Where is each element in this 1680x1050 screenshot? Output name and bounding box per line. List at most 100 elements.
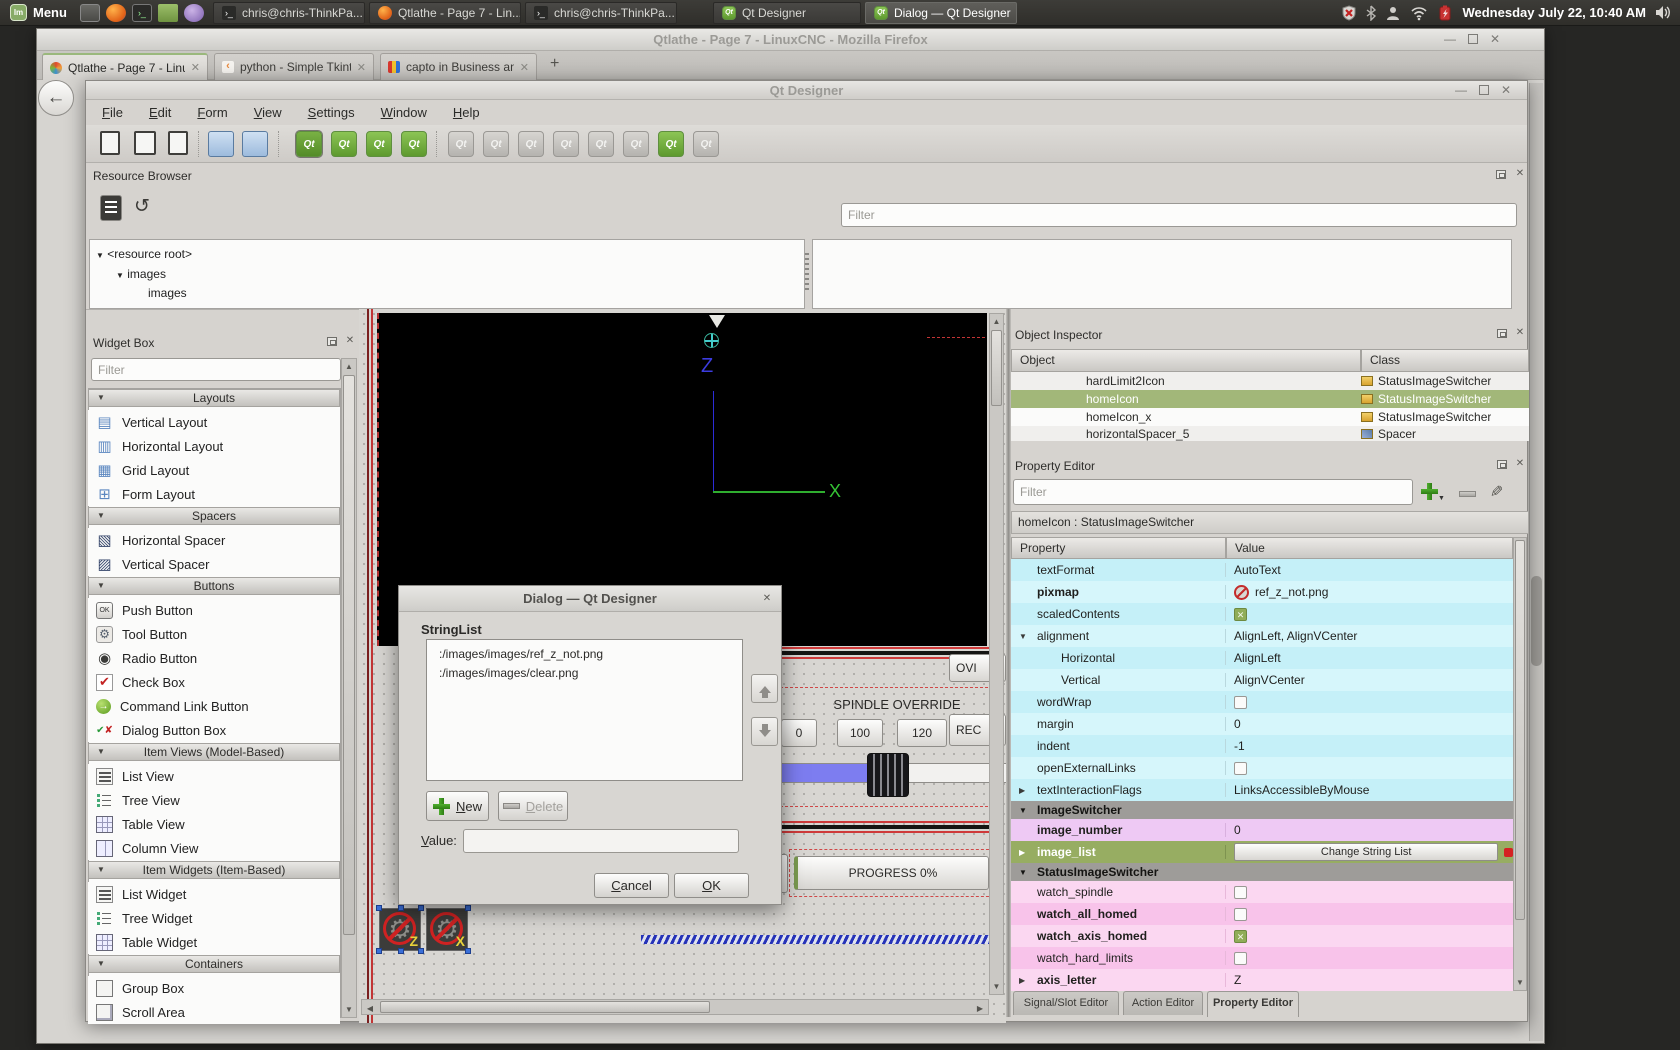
expander-icon[interactable]: ▼	[116, 271, 124, 280]
widget-push-button[interactable]: OKPush Button	[88, 598, 340, 622]
checkbox-unchecked-icon[interactable]	[1234, 886, 1247, 899]
resource-filter-input[interactable]	[841, 203, 1517, 227]
widget-dialog-button-box[interactable]: ✔✘Dialog Button Box	[88, 718, 340, 742]
layout-grid-icon[interactable]: Qt	[588, 131, 614, 157]
save-form-icon[interactable]	[168, 131, 188, 155]
widget-table-view[interactable]: Table View	[88, 812, 340, 836]
home-icon-z-widget[interactable]: ⚙ Z	[379, 908, 421, 951]
dock-close-icon[interactable]: ✕	[1514, 168, 1526, 180]
checkbox-unchecked-icon[interactable]	[1234, 762, 1247, 775]
category-containers[interactable]: Containers	[88, 955, 340, 973]
prop-alignment-vertical[interactable]: VerticalAlignVCenter	[1011, 669, 1513, 691]
menu-file[interactable]: File	[102, 105, 123, 120]
tab-close-icon[interactable]: ✕	[191, 61, 200, 74]
cancel-button[interactable]: Cancel	[594, 873, 669, 898]
spindle-0-button[interactable]: 0	[781, 719, 817, 747]
checkbox-checked-icon[interactable]: ✕	[1234, 608, 1247, 621]
menu-window[interactable]: Window	[381, 105, 427, 120]
move-down-button[interactable]	[751, 717, 778, 746]
maximize-icon[interactable]	[1479, 85, 1489, 95]
tab-close-icon[interactable]: ✕	[357, 61, 366, 74]
tab-python-tkinter[interactable]: ‹ python - Simple Tkinter Toggl ✕	[214, 53, 374, 80]
show-desktop-icon[interactable]	[80, 4, 100, 22]
clock[interactable]: Wednesday July 22, 10:40 AM	[1462, 5, 1646, 20]
widget-tree-view[interactable]: Tree View	[88, 788, 340, 812]
checkbox-checked-icon[interactable]: ✕	[1234, 930, 1247, 943]
battery-icon[interactable]	[1437, 5, 1453, 21]
close-icon[interactable]: ✕	[1490, 32, 1500, 46]
tab-property-editor[interactable]: Property Editor	[1207, 991, 1299, 1017]
column-object[interactable]: Object	[1011, 349, 1361, 372]
maximize-icon[interactable]	[1468, 34, 1478, 44]
spindle-120-button[interactable]: 120	[897, 719, 947, 747]
layout-vertical-icon[interactable]: Qt	[483, 131, 509, 157]
widget-list-widget[interactable]: List Widget	[88, 882, 340, 906]
section-imageswitcher[interactable]: ▼ImageSwitcher	[1011, 801, 1513, 819]
dock-float-icon[interactable]	[327, 337, 337, 346]
prop-wordwrap[interactable]: wordWrap	[1011, 691, 1513, 713]
widget-table-widget[interactable]: Table Widget	[88, 930, 340, 954]
firefox-launcher-icon[interactable]	[106, 4, 126, 22]
widget-form-layout[interactable]: ⊞Form Layout	[88, 482, 340, 506]
spindle-100-button[interactable]: 100	[837, 719, 883, 747]
category-item-widgets[interactable]: Item Widgets (Item-Based)	[88, 861, 340, 879]
prop-alignment-horizontal[interactable]: HorizontalAlignLeft	[1011, 647, 1513, 669]
layout-splitter-h-icon[interactable]: Qt	[518, 131, 544, 157]
send-to-back-icon[interactable]	[208, 131, 234, 157]
taskbar-item-firefox[interactable]: Qtlathe - Page 7 - Lin...	[369, 2, 521, 24]
volume-icon[interactable]	[1655, 5, 1672, 20]
prop-axis-letter[interactable]: ▶axis_letterZ	[1011, 969, 1513, 991]
dialog-titlebar[interactable]: Dialog — Qt Designer ✕	[399, 586, 781, 612]
firefox-back-button[interactable]: ←	[38, 80, 74, 116]
widget-box-scrollbar[interactable]: ▲ ▼	[341, 358, 357, 1018]
edit-signals-icon[interactable]: Qt	[331, 131, 357, 157]
files-launcher-icon[interactable]	[158, 4, 178, 22]
layout-horizontal-icon[interactable]: Qt	[448, 131, 474, 157]
prop-watch-axis-homed[interactable]: watch_axis_homed✕	[1011, 925, 1513, 947]
change-string-list-button[interactable]: Change String List	[1234, 843, 1498, 861]
list-item[interactable]: :/images/images/ref_z_not.png	[439, 647, 603, 661]
firefox-scrollbar[interactable]	[1529, 83, 1543, 1041]
new-button[interactable]: New	[426, 791, 489, 821]
category-layouts[interactable]: Layouts	[88, 389, 340, 407]
reload-icon[interactable]: ↺	[134, 195, 150, 218]
taskbar-item-terminal-2[interactable]: ›_ chris@chris-ThinkPa...	[525, 2, 677, 24]
open-form-icon[interactable]	[134, 131, 156, 155]
configure-icon[interactable]: ✎	[1486, 484, 1506, 497]
checkbox-unchecked-icon[interactable]	[1234, 696, 1247, 709]
edit-resources-icon[interactable]	[100, 195, 122, 221]
remove-property-icon[interactable]	[1459, 491, 1476, 497]
prop-textinteractionflags[interactable]: ▶textInteractionFlagsLinksAccessibleByMo…	[1011, 779, 1513, 801]
prop-watch-all-homed[interactable]: watch_all_homed	[1011, 903, 1513, 925]
prop-watch-spindle[interactable]: watch_spindle	[1011, 881, 1513, 903]
tab-action-editor[interactable]: Action Editor	[1123, 991, 1203, 1015]
break-layout-icon[interactable]: Qt	[658, 131, 684, 157]
widget-group-box[interactable]: Group Box	[88, 976, 340, 1000]
prop-scaledcontents[interactable]: scaledContents✕	[1011, 603, 1513, 625]
string-list[interactable]: :/images/images/ref_z_not.png :/images/i…	[426, 639, 743, 781]
tree-item-resource-root[interactable]: ▼ <resource root>	[96, 247, 192, 261]
widget-column-view[interactable]: Column View	[88, 836, 340, 860]
terminal-launcher-icon[interactable]: ›_	[132, 4, 152, 22]
close-icon[interactable]: ✕	[761, 593, 773, 605]
category-spacers[interactable]: Spacers	[88, 507, 340, 525]
scrollbar-thumb[interactable]	[1531, 576, 1542, 666]
tab-signal-slot-editor[interactable]: Signal/Slot Editor	[1013, 991, 1119, 1015]
section-statusimageswitcher[interactable]: ▼StatusImageSwitcher	[1011, 863, 1513, 881]
widget-filter-input[interactable]	[91, 358, 341, 381]
dock-float-icon[interactable]	[1497, 460, 1507, 469]
column-value[interactable]: Value	[1226, 537, 1513, 559]
minimize-icon[interactable]: —	[1455, 83, 1467, 97]
dock-float-icon[interactable]	[1496, 170, 1506, 179]
widget-grid-layout[interactable]: ▦Grid Layout	[88, 458, 340, 482]
tab-capto[interactable]: capto in Business and Indust ✕	[380, 53, 537, 80]
wifi-icon[interactable]	[1410, 5, 1428, 21]
bluetooth-icon[interactable]	[1366, 5, 1376, 21]
property-scrollbar[interactable]: ▼	[1513, 537, 1527, 991]
prop-textformat[interactable]: textFormatAutoText	[1011, 559, 1513, 581]
prop-margin[interactable]: margin0	[1011, 713, 1513, 735]
add-dynamic-property-icon[interactable]: ▼	[1421, 483, 1445, 505]
layout-form-icon[interactable]: Qt	[623, 131, 649, 157]
widget-tool-button[interactable]: ⚙Tool Button	[88, 622, 340, 646]
category-item-views[interactable]: Item Views (Model-Based)	[88, 743, 340, 761]
